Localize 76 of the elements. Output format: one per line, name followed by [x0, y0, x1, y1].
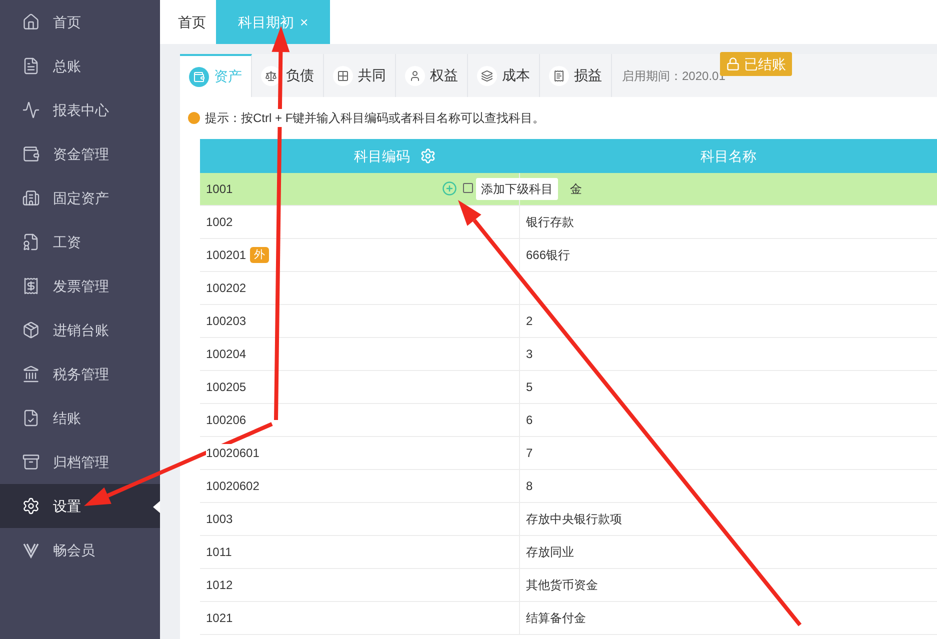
tag: 外 [250, 247, 270, 263]
sidebar-item[interactable]: 总账 [0, 44, 160, 88]
sidebar-item[interactable]: 归档管理 [0, 440, 160, 484]
category-tab[interactable]: 权益 [396, 54, 468, 97]
table-row[interactable]: 1011 存放同业 [200, 536, 937, 569]
table-row[interactable]: 100201 外 666银行 [200, 239, 937, 272]
table-row[interactable]: 100203 2 [200, 305, 937, 338]
table-row[interactable]: 100205 5 [200, 371, 937, 404]
category-tab[interactable]: 负债 [252, 54, 324, 97]
table-row[interactable]: 100202 [200, 272, 937, 305]
archive-icon [22, 453, 40, 471]
category-tab[interactable]: 损益 [540, 54, 612, 97]
document-icon [22, 57, 40, 75]
pointer-icon [153, 501, 160, 513]
table-row[interactable]: 10020602 8 [200, 470, 937, 503]
grid-icon [337, 70, 349, 82]
home-icon [22, 13, 40, 31]
page-tab[interactable]: 首页 [168, 0, 216, 44]
category-tab[interactable]: 成本 [468, 54, 540, 97]
table-row[interactable]: 1001 添加下级科目 金 [200, 173, 937, 206]
square-icon[interactable] [462, 182, 474, 194]
settings-icon [22, 497, 40, 515]
column-header: 科目编码 [354, 146, 410, 166]
v-icon [22, 541, 40, 559]
certificate-icon [22, 233, 40, 251]
lock-icon [726, 57, 740, 71]
scale-icon [265, 70, 277, 82]
table-cell-text: 3 [526, 346, 533, 363]
category-tab[interactable]: 共同 [324, 54, 396, 97]
table-cell-text: 其他货币资金 [526, 577, 598, 594]
table-row[interactable]: 1003 存放中央银行款项 [200, 503, 937, 536]
receipt-icon [553, 70, 565, 82]
sidebar-item[interactable]: 设置 [0, 484, 160, 528]
table-cell-text: 存放中央银行款项 [526, 511, 622, 528]
table-row[interactable]: 100204 3 [200, 338, 937, 371]
add-icon[interactable] [442, 181, 457, 196]
sidebar-item[interactable]: 结账 [0, 396, 160, 440]
table-cell-text: 8 [526, 478, 533, 495]
sidebar-item[interactable]: 工资 [0, 220, 160, 264]
bank-icon [22, 365, 40, 383]
table-row[interactable]: 10020601 7 [200, 437, 937, 470]
table-row[interactable]: 100206 6 [200, 404, 937, 437]
sidebar-item[interactable]: 资金管理 [0, 132, 160, 176]
table-cell-text: 666银行 [526, 247, 570, 264]
warning-icon [188, 112, 200, 124]
table-cell-text: 6 [526, 412, 533, 429]
sidebar-item[interactable]: 固定资产 [0, 176, 160, 220]
closed-badge: 已结账 [720, 52, 792, 76]
sidebar-item[interactable]: 税务管理 [0, 352, 160, 396]
wallet-icon [22, 145, 40, 163]
table-row[interactable]: 1021 结算备付金 [200, 602, 937, 635]
package-icon [22, 321, 40, 339]
table-row[interactable]: 1002 银行存款 [200, 206, 937, 239]
sidebar-item[interactable]: 进销台账 [0, 308, 160, 352]
table-cell-text: 存放同业 [526, 544, 574, 561]
settings-icon[interactable] [420, 148, 436, 164]
tooltip: 添加下级科目 [476, 178, 558, 200]
sidebar-item[interactable]: 发票管理 [0, 264, 160, 308]
table-cell-text: 5 [526, 379, 533, 396]
column-header: 科目名称 [700, 146, 756, 166]
table-cell-text: 7 [526, 445, 533, 462]
table-row[interactable]: 1012 其他货币资金 [200, 569, 937, 602]
building-icon [22, 189, 40, 207]
layers-icon [481, 70, 493, 82]
receipt-icon [22, 277, 40, 295]
sidebar-item[interactable]: 畅会员 [0, 528, 160, 572]
table-cell-text: 2 [526, 313, 533, 330]
person-icon [409, 70, 421, 82]
table-cell-text: 结算备付金 [526, 610, 586, 627]
document-check-icon [22, 409, 40, 427]
table-cell-text: 金 [570, 181, 582, 198]
chart-icon [22, 101, 40, 119]
sidebar-item[interactable]: 报表中心 [0, 88, 160, 132]
table-cell-text: 银行存款 [526, 214, 574, 231]
sidebar-item[interactable]: 首页 [0, 0, 160, 44]
wallet-icon [193, 70, 205, 82]
